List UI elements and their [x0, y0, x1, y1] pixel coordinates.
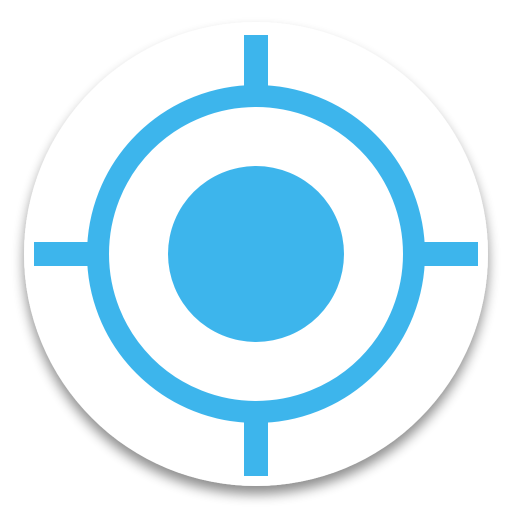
app-icon[interactable] — [0, 0, 512, 512]
target-center-dot — [168, 166, 344, 342]
crosshair-top-tick — [244, 35, 268, 95]
crosshair-bottom-tick — [244, 414, 268, 476]
crosshair-target-icon — [24, 22, 488, 486]
crosshair-left-tick — [34, 242, 98, 266]
app-icon-canvas — [0, 0, 512, 512]
crosshair-right-tick — [414, 242, 478, 266]
